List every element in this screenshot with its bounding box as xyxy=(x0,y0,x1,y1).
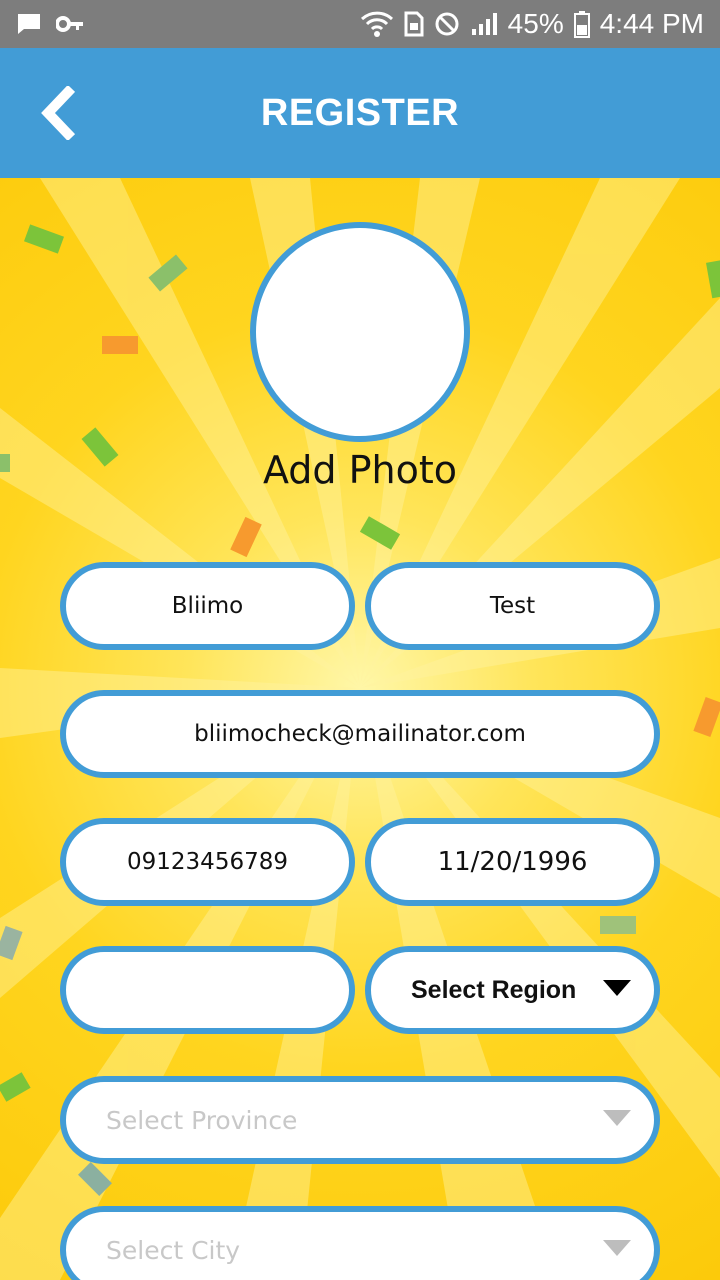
add-photo-label[interactable]: Add Photo xyxy=(0,448,720,492)
wifi-icon xyxy=(360,10,394,38)
battery-icon xyxy=(573,10,590,38)
dropdown-arrow-icon xyxy=(602,977,632,1003)
clock-time: 4:44 PM xyxy=(599,8,704,39)
key-icon xyxy=(56,15,84,33)
page-title: REGISTER xyxy=(260,91,460,134)
dropdown-arrow-icon xyxy=(602,1107,632,1133)
region-select-label: Select Region xyxy=(411,975,577,1004)
birthdate-value: 11/20/1996 xyxy=(437,847,588,877)
province-select[interactable]: Select Province xyxy=(60,1076,660,1164)
region-select[interactable]: Select Region xyxy=(365,946,660,1034)
last-name-value: Test xyxy=(489,593,536,619)
signal-icon xyxy=(470,11,498,37)
dropdown-arrow-icon xyxy=(602,1237,632,1263)
phone-field[interactable]: 09123456789 xyxy=(60,818,355,906)
last-name-field[interactable]: Test xyxy=(365,562,660,650)
city-select[interactable]: Select City xyxy=(60,1206,660,1280)
birthdate-field[interactable]: 11/20/1996 xyxy=(365,818,660,906)
app-bar: REGISTER xyxy=(0,48,720,178)
chevron-left-icon[interactable] xyxy=(36,84,80,142)
status-bar: 45% 4:44 PM xyxy=(0,0,720,48)
dnd-icon xyxy=(434,11,460,37)
email-field[interactable]: bliimocheck@mailinator.com xyxy=(60,690,660,778)
phone-value: 09123456789 xyxy=(127,849,288,875)
city-placeholder: Select City xyxy=(106,1235,241,1265)
battery-percent: 45% xyxy=(507,8,564,39)
email-value: bliimocheck@mailinator.com xyxy=(194,721,526,747)
extra-input-field[interactable] xyxy=(60,946,355,1034)
first-name-value: Bliimo xyxy=(171,593,244,619)
sim-icon xyxy=(404,11,424,37)
avatar-upload[interactable] xyxy=(250,222,470,442)
province-placeholder: Select Province xyxy=(106,1105,298,1135)
first-name-field[interactable]: Bliimo xyxy=(60,562,355,650)
chat-icon xyxy=(16,12,42,36)
